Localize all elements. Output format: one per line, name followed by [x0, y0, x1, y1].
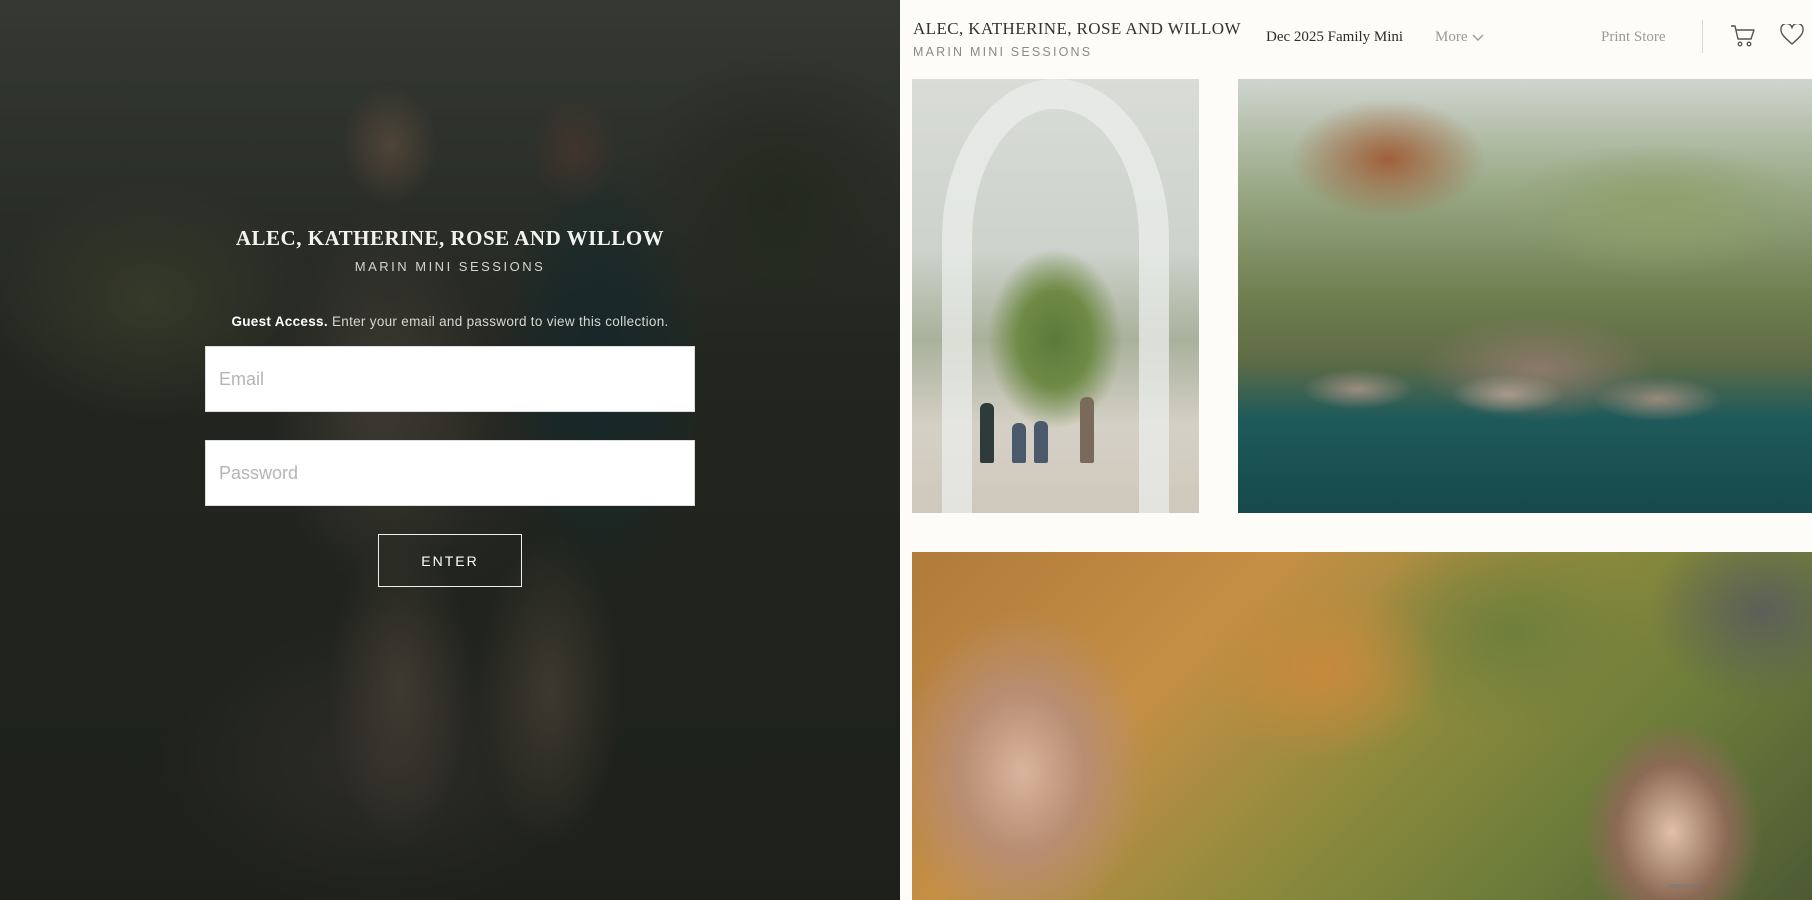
photo-figure: [1034, 421, 1048, 463]
favorites-button[interactable]: [1780, 22, 1806, 48]
login-form: ALEC, KATHERINE, ROSE AND WILLOW MARIN M…: [205, 226, 695, 587]
gallery-brand[interactable]: ALEC, KATHERINE, ROSE AND WILLOW MARIN M…: [913, 19, 1241, 59]
cart-button[interactable]: [1730, 24, 1756, 48]
photo-figure: [1080, 397, 1094, 463]
gallery-photo-arch-walkway[interactable]: [912, 79, 1199, 513]
photo-figure: [980, 403, 994, 463]
nav-current-set[interactable]: Dec 2025 Family Mini: [1266, 29, 1403, 46]
gallery-photo-girls-laughing[interactable]: [912, 552, 1812, 900]
password-field[interactable]: [205, 440, 695, 506]
nav-print-store[interactable]: Print Store: [1601, 29, 1666, 46]
login-gallery-subtitle: MARIN MINI SESSIONS: [354, 259, 546, 274]
login-gallery-title: ALEC, KATHERINE, ROSE AND WILLOW: [235, 226, 665, 250]
gallery-pane: ALEC, KATHERINE, ROSE AND WILLOW MARIN M…: [900, 0, 1812, 900]
cart-icon: [1731, 25, 1755, 47]
scroll-indicator[interactable]: [1668, 884, 1702, 888]
gallery-brand-subtitle: MARIN MINI SESSIONS: [913, 45, 1093, 59]
guest-access-instructions: Enter your email and password to view th…: [331, 314, 669, 329]
gallery-header: ALEC, KATHERINE, ROSE AND WILLOW MARIN M…: [900, 0, 1812, 78]
nav-more-label: More: [1435, 29, 1468, 45]
guest-access-label: Guest Access.: [231, 314, 328, 329]
email-field[interactable]: [205, 346, 695, 412]
header-divider: [1702, 20, 1703, 53]
chevron-down-icon: [1472, 34, 1483, 41]
photo-light-arch: [942, 79, 1169, 513]
enter-button[interactable]: ENTER: [378, 534, 522, 587]
guest-access-message: Guest Access. Enter your email and passw…: [205, 314, 695, 329]
gallery-photo-garden-pond[interactable]: [1238, 79, 1812, 513]
heart-icon: [1780, 22, 1804, 45]
photo-figure: [1012, 423, 1026, 463]
photo-rocks: [1238, 349, 1812, 429]
login-background: ALEC, KATHERINE, ROSE AND WILLOW MARIN M…: [0, 0, 900, 900]
gallery-brand-title: ALEC, KATHERINE, ROSE AND WILLOW: [913, 19, 1241, 38]
nav-more-menu[interactable]: More: [1435, 29, 1484, 46]
